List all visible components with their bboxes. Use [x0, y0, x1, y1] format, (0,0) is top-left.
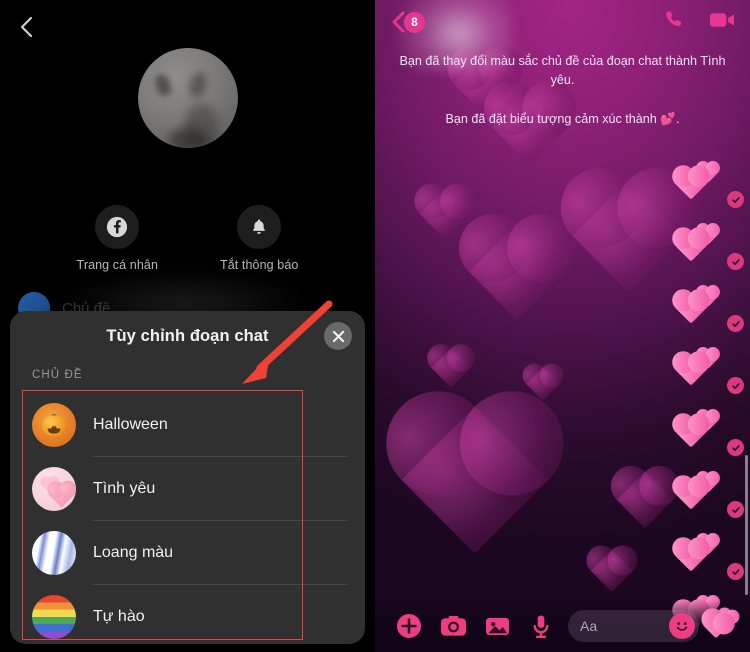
back-button[interactable]	[14, 14, 40, 40]
plus-circle-icon	[397, 614, 421, 638]
background-heart	[431, 348, 471, 388]
seen-check-icon	[727, 377, 744, 394]
pumpkin-body	[42, 415, 66, 437]
theme-label: Tình yêu	[93, 480, 156, 497]
hearts-avatar	[32, 467, 76, 511]
back-button[interactable]: 8	[389, 10, 425, 34]
pumpkin-mouth	[47, 428, 61, 434]
big-heart	[49, 483, 74, 508]
image-icon	[485, 617, 509, 635]
theme-list: Halloween Tình yêu Loang màu Tự hào	[10, 393, 365, 644]
composer-bar: Aa	[375, 600, 750, 652]
section-label-theme: CHỦ ĐỀ	[32, 369, 83, 381]
system-message-emoji: Bạn đã đặt biểu tượng cảm xúc thành 💕.	[445, 111, 680, 126]
right-phone-panel: 8 Bạn đã thay đổi màu sắc chủ đề của đoạ…	[375, 0, 750, 652]
message-input-placeholder: Aa	[580, 618, 598, 634]
add-attachment-button[interactable]	[387, 613, 431, 639]
system-message-theme: Bạn đã thay đổi màu sắc chủ đề của đoạn …	[399, 54, 726, 87]
facebook-icon	[107, 216, 128, 238]
video-call-button[interactable]	[709, 10, 736, 35]
tiedye-avatar	[32, 531, 76, 575]
bell-icon	[253, 219, 266, 234]
message-list	[675, 152, 744, 648]
system-messages: Bạn đã thay đổi màu sắc chủ đề của đoạn …	[375, 52, 750, 129]
theme-label: Loang màu	[93, 544, 174, 561]
background-heart	[616, 471, 674, 529]
close-icon	[332, 330, 344, 342]
big-heart	[675, 540, 707, 572]
big-heart	[675, 230, 707, 262]
hearts-sticker-icon	[704, 611, 736, 639]
hearts-sticker[interactable]	[675, 287, 722, 325]
emoji-button[interactable]	[669, 613, 695, 639]
pumpkin-avatar	[32, 403, 76, 447]
seen-check-icon	[727, 439, 744, 456]
message-row[interactable]	[675, 276, 744, 338]
seen-check-icon	[727, 501, 744, 518]
camera-button[interactable]	[431, 614, 475, 638]
seen-check-icon	[727, 191, 744, 208]
big-heart	[675, 478, 707, 510]
message-row[interactable]	[675, 400, 744, 462]
heart-sticker-button[interactable]	[704, 611, 738, 639]
theme-label: Tự hào	[93, 608, 145, 625]
hearts-sticker[interactable]	[675, 163, 722, 201]
avatar-shade-2	[168, 128, 208, 148]
smiley-icon	[672, 616, 692, 636]
close-button[interactable]	[324, 322, 352, 350]
camera-icon	[440, 615, 466, 636]
customize-chat-sheet: Tùy chỉnh đoạn chat CHỦ ĐỀ Halloween Tìn…	[10, 311, 365, 644]
header-actions	[663, 8, 736, 36]
big-heart	[675, 354, 707, 386]
quick-action-mute[interactable]: Tắt thông báo	[220, 205, 298, 272]
big-heart	[675, 416, 707, 448]
background-heart	[572, 179, 686, 293]
video-camera-icon	[709, 12, 735, 27]
hearts-sticker[interactable]	[675, 411, 722, 449]
message-row[interactable]	[675, 214, 744, 276]
phone-icon	[666, 11, 682, 27]
theme-item-love[interactable]: Tình yêu	[10, 457, 365, 521]
left-phone-panel: Trang cá nhân Tắt thông báo Chủ đề Tùy c…	[0, 0, 375, 652]
message-row[interactable]	[675, 338, 744, 400]
call-button[interactable]	[663, 8, 686, 36]
facebook-icon-circle	[95, 205, 140, 249]
chat-header: 8	[375, 0, 750, 44]
background-heart	[468, 223, 566, 321]
theme-item-pride[interactable]: Tự hào	[10, 585, 365, 644]
seen-check-icon	[727, 315, 744, 332]
seen-check-icon	[727, 563, 744, 580]
rainbow-avatar	[32, 595, 76, 639]
theme-label: Halloween	[93, 416, 168, 433]
background-heart	[590, 549, 634, 593]
bell-icon-circle	[237, 205, 282, 249]
sheet-header: Tùy chỉnh đoạn chat	[10, 311, 365, 361]
theme-item-tiedye[interactable]: Loang màu	[10, 521, 365, 585]
sheet-title: Tùy chỉnh đoạn chat	[106, 326, 269, 345]
big-heart	[675, 292, 707, 324]
theme-item-halloween[interactable]: Halloween	[10, 393, 365, 457]
message-row[interactable]	[675, 462, 744, 524]
hearts-sticker[interactable]	[675, 349, 722, 387]
message-row[interactable]	[675, 152, 744, 214]
hearts-sticker[interactable]	[675, 535, 722, 573]
big-heart	[675, 168, 707, 200]
gallery-button[interactable]	[475, 615, 519, 638]
seen-check-icon	[727, 253, 744, 270]
background-heart	[401, 406, 549, 554]
hearts-sticker[interactable]	[675, 225, 722, 263]
big-heart	[704, 615, 728, 639]
chevron-left-icon	[20, 16, 33, 38]
quick-action-profile[interactable]: Trang cá nhân	[77, 205, 158, 272]
voice-message-button[interactable]	[519, 614, 563, 639]
scrollbar[interactable]	[745, 455, 748, 595]
profile-avatar[interactable]	[138, 48, 238, 148]
quick-actions: Trang cá nhân Tắt thông báo	[0, 205, 375, 272]
message-row[interactable]	[675, 524, 744, 586]
unread-badge: 8	[404, 11, 425, 33]
message-input[interactable]: Aa	[568, 610, 699, 642]
microphone-icon	[533, 614, 549, 638]
hearts-sticker[interactable]	[675, 473, 722, 511]
